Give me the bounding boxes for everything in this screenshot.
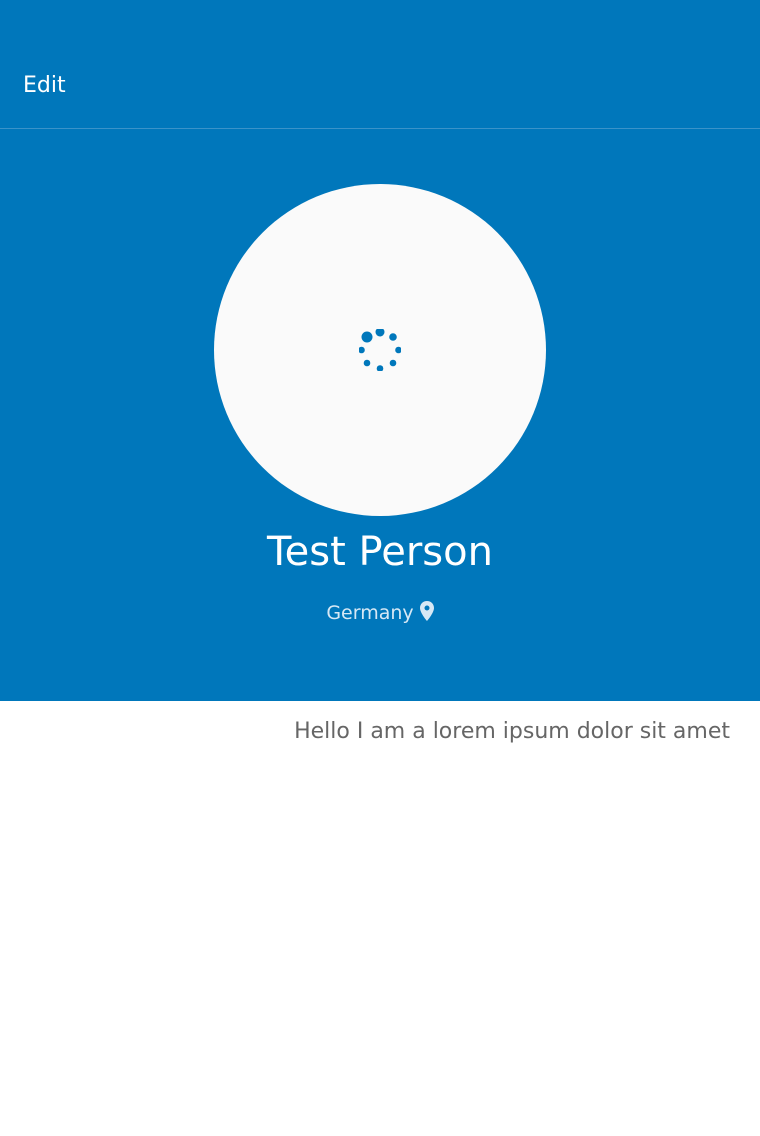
location-text: Germany bbox=[326, 602, 414, 624]
profile-name: Test Person bbox=[267, 529, 493, 575]
edit-button[interactable]: Edit bbox=[23, 73, 66, 98]
profile-header: Test Person Germany bbox=[0, 129, 760, 701]
top-bar: Edit bbox=[0, 0, 760, 129]
avatar[interactable] bbox=[214, 184, 546, 516]
profile-bio: Hello I am a lorem ipsum dolor sit amet bbox=[294, 719, 730, 744]
profile-location: Germany bbox=[0, 601, 760, 624]
map-pin-icon bbox=[419, 601, 434, 621]
loading-spinner-icon bbox=[359, 329, 401, 371]
